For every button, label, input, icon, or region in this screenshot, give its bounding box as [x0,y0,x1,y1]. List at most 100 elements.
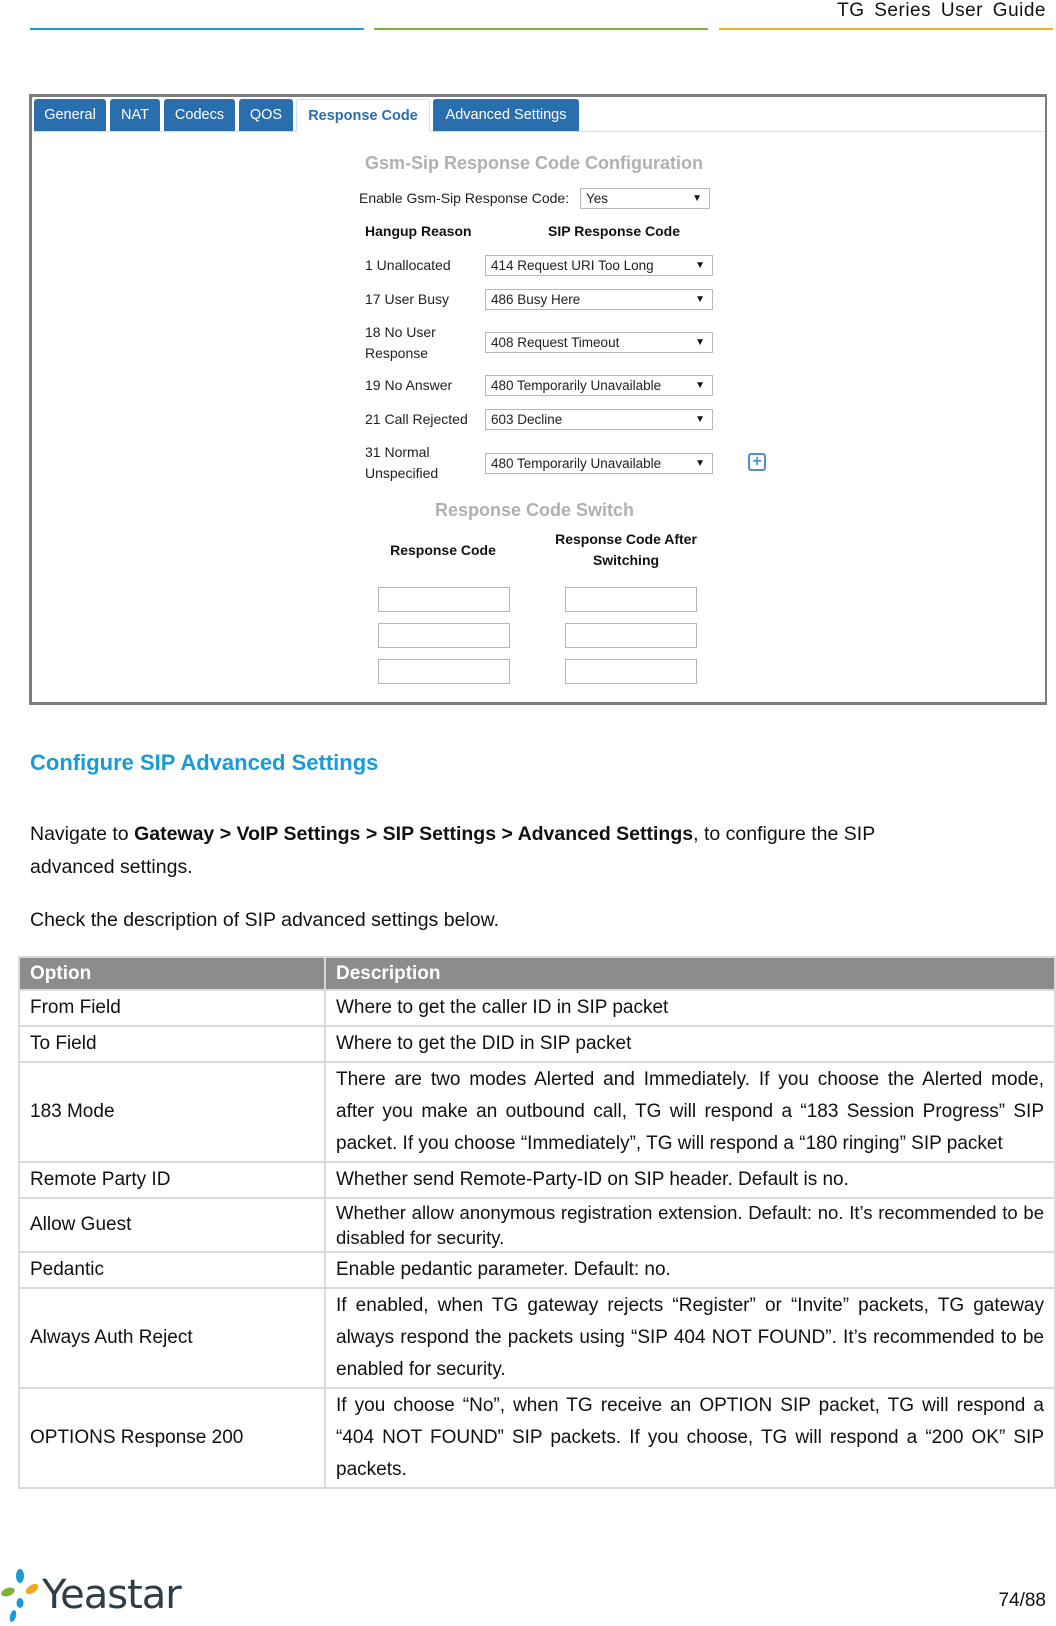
response-code-after-input[interactable] [565,587,697,612]
nav-separator: > [360,823,383,845]
header-rule-green [374,28,708,30]
sip-advanced-options-table: Option Description From Field Where to g… [18,956,1056,1489]
table-header-row: Option Description [18,956,1056,991]
hangup-reason-line2: Unspecified [365,465,439,481]
switch-response-code-header: Response Code [390,542,496,558]
navigation-paragraph: Navigate to Gateway > VoIP Settings > SI… [30,818,1046,884]
nav-path-advanced-settings: Advanced Settings [517,823,694,845]
enable-label: Enable Gsm-Sip Response Code: [359,190,570,206]
sip-code-select[interactable]: 603 Decline ▼ [485,409,713,430]
option-cell: Pedantic [18,1251,326,1289]
yeastar-logo: Yeastar [0,1568,200,1624]
table-row: OPTIONS Response 200 If you choose “No”,… [18,1387,1056,1489]
response-code-screenshot: General NAT Codecs QOS Response Code Adv… [29,94,1047,705]
sip-code-value: 480 Temporarily Unavailable [491,378,662,393]
tab-codecs[interactable]: Codecs [164,99,235,131]
tab-general[interactable]: General [34,99,106,131]
nav-line2: advanced settings. [30,856,193,878]
response-code-input[interactable] [378,659,510,684]
nav-suffix: , to configure the SIP [693,823,876,845]
description-cell: There are two modes Alerted and Immediat… [324,1061,1056,1163]
switch-after-header: Response Code After Switching [545,529,707,571]
sip-code-select[interactable]: 414 Request URI Too Long ▼ [485,255,713,276]
header-rule-blue [30,28,364,30]
description-cell: Whether send Remote-Party-ID on SIP head… [324,1161,1056,1199]
sip-code-value: 603 Decline [491,412,563,427]
nav-path-sip-settings: SIP Settings [382,823,497,845]
option-cell: To Field [18,1025,326,1063]
description-cell: Where to get the DID in SIP packet [324,1025,1056,1063]
hangup-reason-label: 21 Call Rejected [365,411,468,427]
response-code-after-input[interactable] [565,623,697,648]
response-code-input[interactable] [378,623,510,648]
section-heading: Configure SIP Advanced Settings [30,750,379,775]
sip-code-value: 486 Busy Here [491,292,581,307]
table-row: Remote Party ID Whether send Remote-Part… [18,1161,1056,1199]
chevron-down-icon: ▼ [692,193,702,204]
hangup-reason-line1: 18 No User [365,324,436,340]
sip-code-value: 480 Temporarily Unavailable [491,456,662,471]
switch-after-line1: Response Code After [555,531,697,547]
table-row: To Field Where to get the DID in SIP pac… [18,1025,1056,1063]
description-cell: If you choose “No”, when TG receive an O… [324,1387,1056,1489]
add-row-button[interactable]: + [748,453,766,471]
tab-nat[interactable]: NAT [110,99,160,131]
table-row: From Field Where to get the caller ID in… [18,989,1056,1027]
option-cell: OPTIONS Response 200 [18,1387,326,1489]
tab-qos[interactable]: QOS [239,99,293,131]
hangup-reason-label: 18 No User Response [365,322,436,364]
switch-after-line2: Switching [592,552,660,568]
response-code-input[interactable] [378,587,510,612]
sip-code-value: 414 Request URI Too Long [491,258,654,273]
sip-code-select[interactable]: 480 Temporarily Unavailable ▼ [485,375,713,396]
sip-code-select[interactable]: 408 Request Timeout ▼ [485,332,713,353]
sip-code-select[interactable]: 480 Temporarily Unavailable ▼ [485,453,713,474]
hangup-reason-header: Hangup Reason [365,223,472,239]
hangup-reason-label: 1 Unallocated [365,257,451,273]
option-cell: Always Auth Reject [18,1287,326,1389]
table-row: Allow Guest Whether allow anonymous regi… [18,1197,1056,1253]
description-cell: Whether allow anonymous registration ext… [324,1197,1056,1253]
hangup-reason-label: 19 No Answer [365,377,453,393]
chevron-down-icon: ▼ [695,414,705,425]
column-header-description: Description [324,956,1056,991]
hangup-reason-label: 31 Normal Unspecified [365,442,438,484]
plus-square-icon: + [752,453,762,470]
nav-path-gateway: Gateway [134,823,215,845]
yeastar-logo-icon [1,1569,39,1622]
header-rule-orange [719,28,1053,30]
chevron-down-icon: ▼ [695,260,705,271]
nav-prefix: Navigate to [30,823,135,845]
enable-select[interactable]: Yes ▼ [580,188,710,209]
table-row: Always Auth Reject If enabled, when TG g… [18,1287,1056,1389]
option-cell: From Field [18,989,326,1027]
nav-path-voip-settings: VoIP Settings [236,823,361,845]
sip-code-select[interactable]: 486 Busy Here ▼ [485,289,713,310]
sip-response-code-header: SIP Response Code [548,223,681,239]
table-row: 183 Mode There are two modes Alerted and… [18,1061,1056,1163]
tab-advanced-settings[interactable]: Advanced Settings [433,99,579,131]
page-number: 74/88 [998,1590,1046,1611]
response-code-after-input[interactable] [565,659,697,684]
tab-bar: General NAT Codecs QOS Response Code Adv… [34,99,1045,132]
chevron-down-icon: ▼ [695,380,705,391]
option-cell: Allow Guest [18,1197,326,1253]
chevron-down-icon: ▼ [695,458,705,469]
nav-separator: > [214,823,237,845]
nav-separator: > [496,823,518,845]
description-cell: If enabled, when TG gateway rejects “Reg… [324,1287,1056,1389]
chevron-down-icon: ▼ [695,337,705,348]
table-row: Pedantic Enable pedantic parameter. Defa… [18,1251,1056,1289]
sip-code-value: 408 Request Timeout [491,335,620,350]
option-cell: 183 Mode [18,1061,326,1163]
config-section-title: Gsm-Sip Response Code Configuration [365,153,704,173]
column-header-option: Option [18,956,326,991]
description-cell: Where to get the caller ID in SIP packet [324,989,1056,1027]
hangup-reason-line2: Response [365,345,429,361]
enable-select-value: Yes [586,191,609,206]
hangup-reason-line1: 31 Normal [365,444,430,460]
chevron-down-icon: ▼ [695,294,705,305]
tab-response-code[interactable]: Response Code [296,99,430,132]
switch-section-title: Response Code Switch [435,500,635,520]
check-description-text: Check the description of SIP advanced se… [30,909,500,931]
